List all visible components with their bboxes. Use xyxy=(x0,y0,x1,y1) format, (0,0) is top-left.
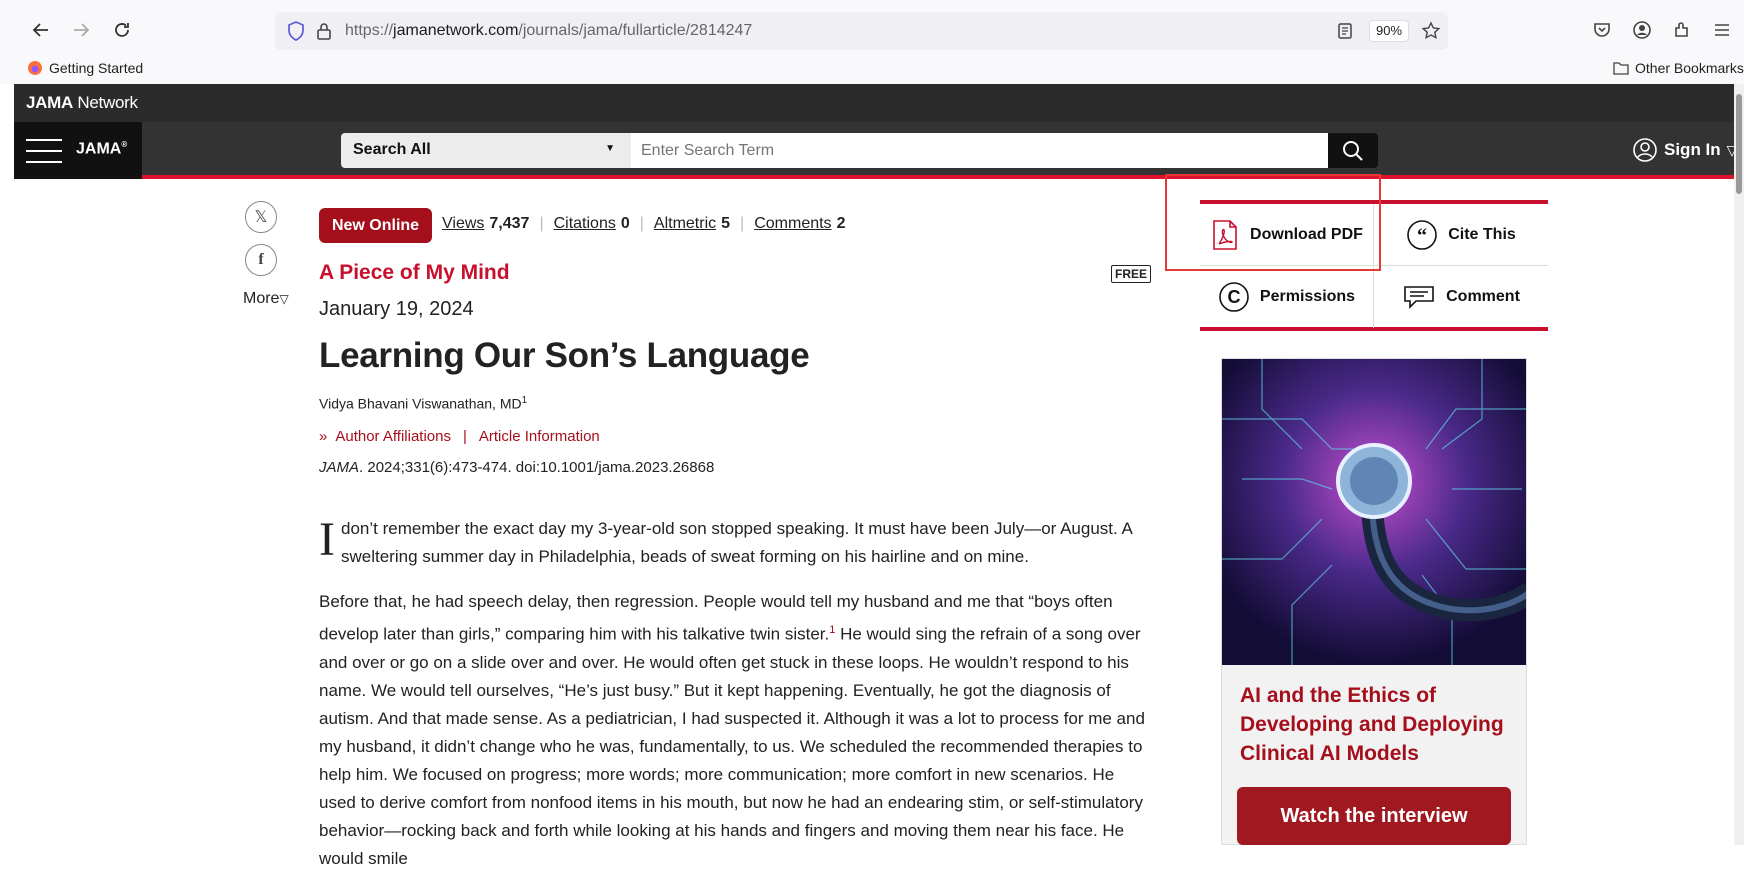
quote-icon: “ xyxy=(1407,219,1438,250)
bookmark-label: Getting Started xyxy=(49,60,144,76)
search-scope-select[interactable]: Search All ▼ xyxy=(341,133,631,168)
sidebar-ad[interactable]: AI and the Ethics of Developing and Depl… xyxy=(1221,358,1527,845)
bookmark-label: Other Bookmarks xyxy=(1635,60,1744,76)
sign-in-button[interactable]: Sign In ▽ xyxy=(1632,137,1737,163)
search-button[interactable] xyxy=(1328,133,1378,168)
back-button[interactable] xyxy=(27,16,55,44)
article-paragraph-1: I don’t remember the exact day my 3-year… xyxy=(319,513,1132,567)
firefox-icon xyxy=(28,61,42,75)
watch-interview-button[interactable]: Watch the interview xyxy=(1237,787,1511,845)
jama-network-logo[interactable]: JAMA Network xyxy=(26,93,138,113)
author-affiliations-link[interactable]: Author Affiliations xyxy=(335,428,451,445)
metric-citations[interactable]: Citations 0 xyxy=(554,215,630,233)
svg-text:“: “ xyxy=(1417,225,1427,247)
bookmark-star-icon[interactable] xyxy=(1419,19,1443,43)
url-text[interactable]: https://jamanetwork.com/journals/jama/fu… xyxy=(345,22,752,40)
publication-date: January 19, 2024 xyxy=(319,298,474,320)
author-name[interactable]: Vidya Bhavani Viswanathan, MD xyxy=(319,396,522,412)
affiliation-links: » Author Affiliations | Article Informat… xyxy=(319,428,600,445)
comment-icon xyxy=(1404,286,1434,309)
cite-this-button[interactable]: “ Cite This xyxy=(1374,204,1548,266)
author-line: Vidya Bhavani Viswanathan, MD1 xyxy=(319,395,528,412)
drop-cap: I xyxy=(319,513,335,566)
ad-title[interactable]: AI and the Ethics of Developing and Depl… xyxy=(1240,681,1510,768)
extensions-icon[interactable] xyxy=(1670,18,1694,42)
shield-icon[interactable] xyxy=(287,21,305,41)
metric-views[interactable]: Views 7,437 xyxy=(442,215,529,233)
forward-button[interactable] xyxy=(67,16,95,44)
pocket-icon[interactable] xyxy=(1590,18,1614,42)
article-title: Learning Our Son’s Language xyxy=(319,336,810,375)
journal-logo[interactable]: JAMA® xyxy=(76,140,127,158)
free-badge: FREE xyxy=(1111,265,1152,283)
account-icon[interactable] xyxy=(1630,18,1654,42)
network-header: JAMA Network xyxy=(14,84,1744,122)
hamburger-icon xyxy=(26,139,62,163)
article-metrics: Views 7,437 | Citations 0 | Altmetric 5 | C… xyxy=(442,215,846,233)
scroll-thumb[interactable] xyxy=(1736,94,1742,194)
folder-icon xyxy=(1613,62,1629,75)
menu-button[interactable]: JAMA® xyxy=(14,122,142,179)
citation-line: JAMA. 2024;331(6):473-474. doi:10.1001/j… xyxy=(319,459,715,476)
bookmark-getting-started[interactable]: Getting Started xyxy=(27,60,143,76)
app-menu-icon[interactable] xyxy=(1710,18,1734,42)
svg-text:C: C xyxy=(1227,287,1240,307)
address-bar[interactable]: https://jamanetwork.com/journals/jama/fu… xyxy=(275,12,1448,50)
comment-button[interactable]: Comment xyxy=(1374,266,1548,328)
browser-toolbar: https://jamanetwork.com/journals/jama/fu… xyxy=(0,0,1744,60)
bookmarks-bar: Getting Started Other Bookmarks xyxy=(0,56,1744,84)
x-share-icon[interactable]: 𝕏 xyxy=(245,201,277,233)
metric-altmetric[interactable]: Altmetric 5 xyxy=(654,215,730,233)
article-section-link[interactable]: A Piece of My Mind xyxy=(319,261,510,285)
journal-nav: JAMA® Search All ▼ Sign In ▽ xyxy=(14,122,1744,179)
reader-view-icon[interactable] xyxy=(1333,19,1357,43)
page-scrollbar[interactable] xyxy=(1734,84,1744,845)
article-information-link[interactable]: Article Information xyxy=(479,428,600,445)
article-paragraph-2: Before that, he had speech delay, then r… xyxy=(319,592,1145,868)
permissions-button[interactable]: C Permissions xyxy=(1200,266,1374,328)
ad-stethoscope-image xyxy=(1222,359,1526,665)
lock-icon[interactable] xyxy=(315,21,333,41)
bookmark-other[interactable]: Other Bookmarks xyxy=(1613,60,1744,76)
chevron-right-icon: » xyxy=(319,428,328,445)
caret-down-icon: ▼ xyxy=(605,143,615,154)
zoom-level[interactable]: 90% xyxy=(1369,20,1409,42)
copyright-icon: C xyxy=(1219,282,1249,312)
new-online-badge: New Online xyxy=(319,208,432,243)
search-icon xyxy=(1343,140,1363,161)
metric-comments[interactable]: Comments 2 xyxy=(754,215,845,233)
search-input[interactable] xyxy=(631,133,1328,168)
reload-button[interactable] xyxy=(108,16,136,44)
more-share-link[interactable]: More▽ xyxy=(243,290,289,308)
facebook-share-icon[interactable]: f xyxy=(245,244,277,276)
highlight-annotation xyxy=(1165,174,1381,271)
user-icon xyxy=(1633,138,1657,162)
